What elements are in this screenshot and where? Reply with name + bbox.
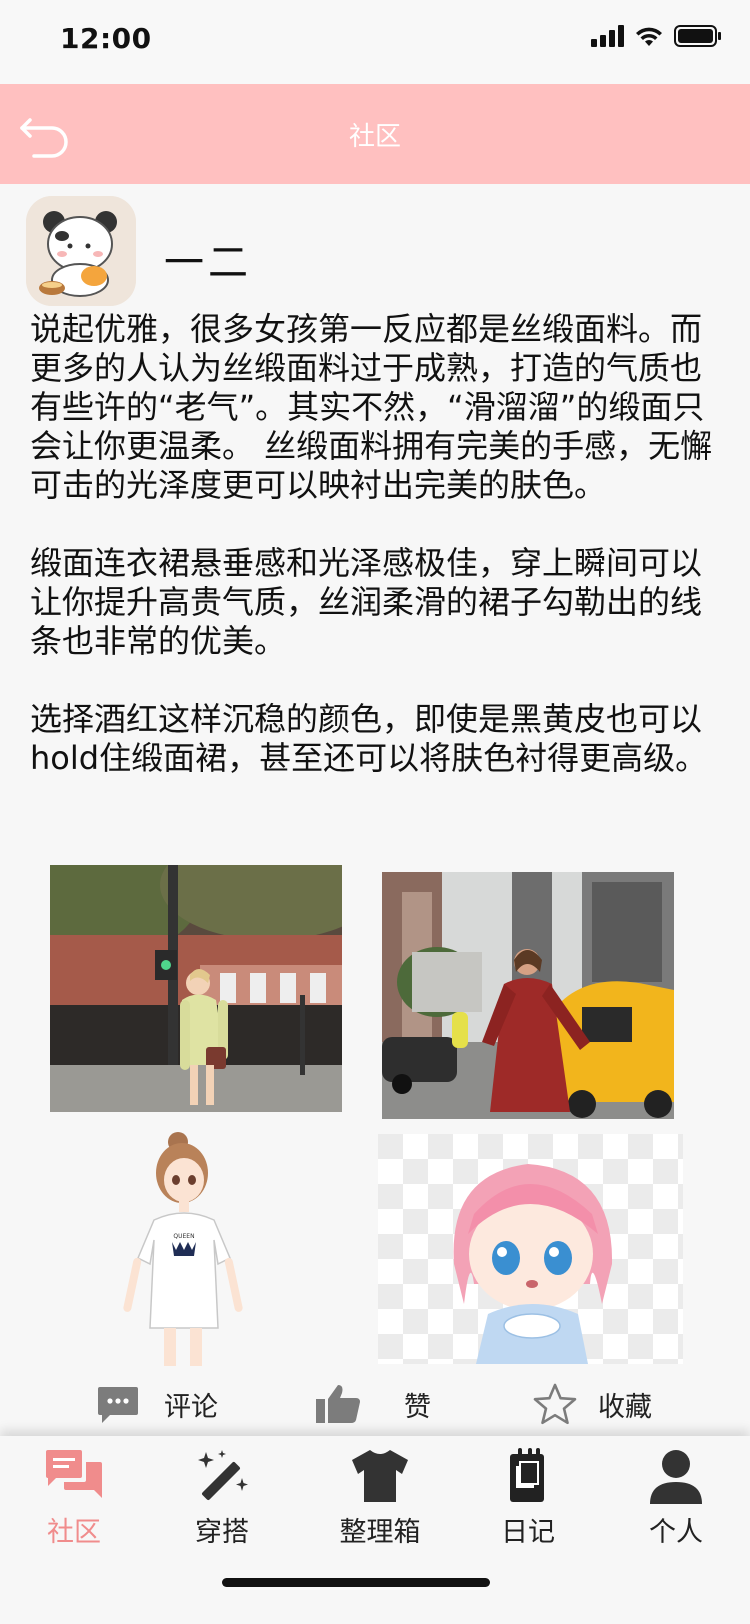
page-title: 社区 [348,122,401,152]
wifi-icon [636,27,662,46]
like-label: 赞 [404,1391,431,1423]
post-photo-yellow-dress[interactable] [50,865,342,1112]
action-bar: 评论 赞 收藏 [0,1370,750,1438]
tshirt-icon [352,1450,408,1502]
post-paragraph: 说起优雅，很多女孩第一反应都是丝缎面料。而更多的人认为丝缎面料过于成熟，打造的气… [30,310,713,504]
status-time: 12:00 [60,22,152,55]
cellular-signal-icon [591,25,624,47]
photo-image: QUEEN [50,1128,342,1366]
tab-profile[interactable]: 个人 [636,1436,716,1556]
magic-wand-icon [198,1450,248,1500]
tab-outfit-label: 穿搭 [195,1517,249,1548]
post-body: 说起优雅，很多女孩第一反应都是丝缎面料。而更多的人认为丝缎面料过于成熟，打造的气… [30,310,720,778]
favorite-label: 收藏 [598,1391,652,1423]
avatar[interactable] [26,196,136,306]
post-paragraph: 选择酒红这样沉稳的颜色，即使是黑黄皮也可以hold住缎面裙，甚至还可以将肤色衬得… [30,700,708,777]
status-bar: 12:00 [0,0,750,84]
status-icons [591,24,722,48]
comment-icon [98,1387,138,1423]
post-photo-anime-girl-white-dress[interactable]: QUEEN [50,1128,342,1366]
svg-text:QUEEN: QUEEN [173,1233,194,1240]
comment-button[interactable]: 评论 [96,1370,218,1438]
tab-profile-label: 个人 [649,1517,703,1548]
tab-wardrobe-label: 整理箱 [339,1517,421,1548]
author-name[interactable]: 一二 [164,230,252,288]
tab-diary-label: 日记 [501,1517,555,1548]
post-paragraph: 缎面连衣裙悬垂感和光泽感极佳，穿上瞬间可以让你提升高贵气质，丝润柔滑的裙子勾勒出… [30,544,703,660]
comment-label: 评论 [164,1391,218,1423]
photo-image [382,872,674,1119]
star-icon [533,1383,577,1425]
thumbs-up-icon [316,1385,360,1423]
chat-bubbles-icon [46,1450,102,1498]
tab-bar: 社区 穿搭 整理箱 日记 个人 [0,1436,750,1624]
diary-book-icon [510,1448,544,1502]
favorite-button[interactable]: 收藏 [532,1370,652,1438]
tab-community-label: 社区 [47,1517,101,1548]
bear-avatar-image [26,196,136,306]
tab-diary[interactable]: 日记 [488,1436,568,1556]
tab-outfit[interactable]: 穿搭 [182,1436,262,1556]
post-photo-red-dress[interactable] [382,872,674,1119]
tab-community[interactable]: 社区 [34,1436,114,1556]
photo-image [50,865,342,1112]
like-button[interactable]: 赞 [314,1370,431,1438]
tab-wardrobe[interactable]: 整理箱 [330,1436,430,1556]
home-indicator [222,1578,490,1587]
post-photo-chibi-pink-hair[interactable] [378,1134,683,1364]
photo-image [378,1134,683,1364]
battery-icon [674,25,721,47]
person-icon [650,1450,702,1504]
nav-bar: 社区 [0,84,750,184]
